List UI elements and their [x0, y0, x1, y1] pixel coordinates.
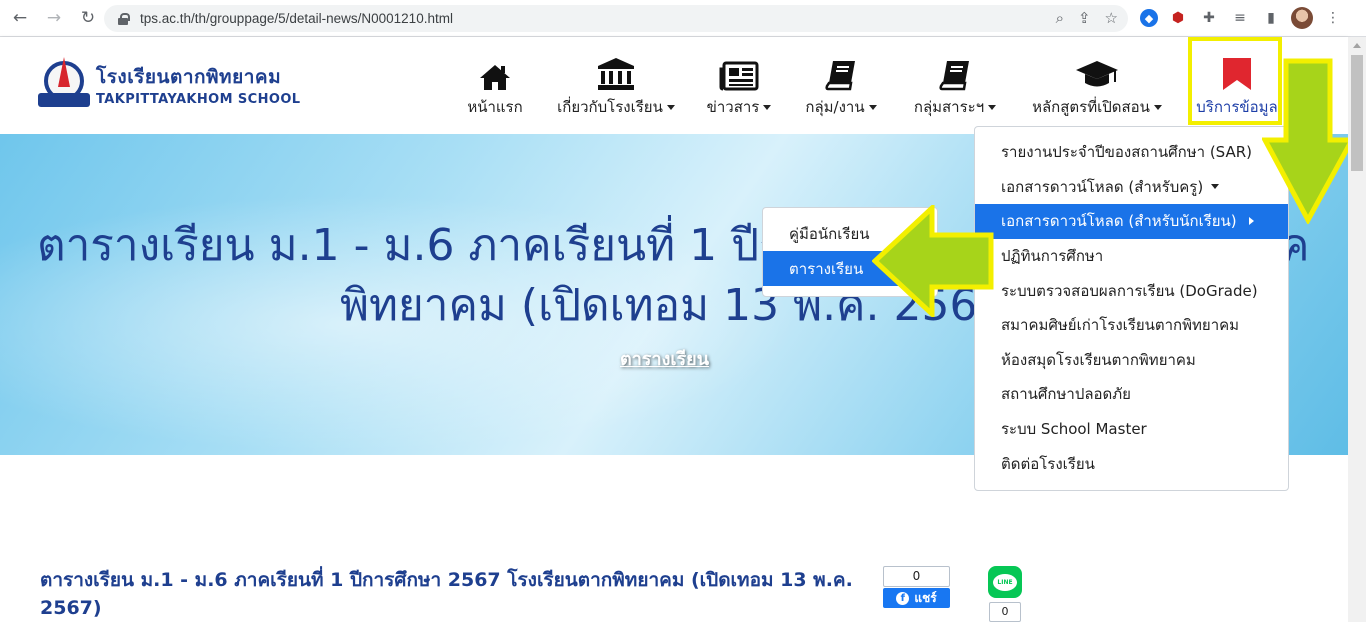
page-scrollbar[interactable] — [1348, 37, 1366, 622]
chevron-right-icon — [1248, 217, 1254, 226]
menu-item-safe-school[interactable]: สถานศึกษาปลอดภัย — [975, 377, 1288, 412]
school-emblem-icon — [38, 57, 90, 111]
extension-blue-icon[interactable]: ◆ — [1140, 9, 1158, 27]
forward-icon[interactable]: → — [40, 4, 68, 32]
chevron-down-icon — [1211, 184, 1220, 190]
school-logo[interactable]: โรงเรียนตากพิทยาคม TAKPITTAYAKHOM SCHOOL — [38, 57, 300, 111]
facebook-share-widget[interactable]: 0 f แชร์ — [883, 566, 950, 609]
scroll-thumb[interactable] — [1351, 55, 1363, 171]
address-bar[interactable]: tps.ac.th/th/grouppage/5/detail-news/N00… — [104, 5, 1128, 32]
profile-avatar[interactable] — [1291, 7, 1313, 29]
reload-icon[interactable]: ↻ — [74, 4, 102, 32]
down-arrow-annotation-icon — [1262, 58, 1356, 224]
graduation-cap-icon — [1075, 53, 1119, 91]
puzzle-icon[interactable]: ✚ — [1198, 7, 1220, 29]
kebab-menu-icon[interactable]: ⋮ — [1322, 7, 1344, 29]
home-icon — [479, 53, 511, 91]
institution-icon — [597, 53, 635, 91]
scroll-up-icon[interactable] — [1353, 43, 1361, 48]
menu-item-calendar[interactable]: ปฏิทินการศึกษา — [975, 239, 1288, 274]
back-icon[interactable]: ← — [6, 4, 34, 32]
school-name-en: TAKPITTAYAKHOM SCHOOL — [96, 91, 301, 107]
menu-item-dograde[interactable]: ระบบตรวจสอบผลการเรียน (DoGrade) — [975, 273, 1288, 308]
zoom-icon[interactable]: ⌕ — [1056, 9, 1064, 27]
chevron-down-icon — [763, 105, 772, 110]
facebook-share-count: 0 — [883, 566, 950, 587]
school-name-th: โรงเรียนตากพิทยาคม — [96, 65, 282, 88]
nav-departments[interactable]: กลุ่มสาระฯ — [910, 53, 1000, 119]
share-icon[interactable]: ⇪ — [1078, 9, 1091, 27]
services-dropdown: รายงานประจำปีของสถานศึกษา (SAR) เอกสารดา… — [974, 126, 1289, 491]
book-icon — [939, 53, 971, 91]
menu-item-library[interactable]: ห้องสมุดโรงเรียนตากพิทยาคม — [975, 343, 1288, 378]
lock-icon — [118, 12, 130, 25]
media-icon[interactable]: ≡ — [1229, 7, 1251, 29]
menu-item-sar[interactable]: รายงานประจำปีของสถานศึกษา (SAR) — [975, 135, 1288, 170]
nav-news[interactable]: ข่าวสาร — [706, 53, 772, 119]
menu-item-contact[interactable]: ติดต่อโรงเรียน — [975, 446, 1288, 481]
nav-about[interactable]: เกี่ยวกับโรงเรียน — [554, 53, 678, 119]
line-share-count: 0 — [989, 602, 1021, 622]
chevron-down-icon — [666, 105, 675, 110]
chevron-down-icon — [868, 105, 877, 110]
chevron-down-icon — [988, 105, 997, 110]
facebook-share-button[interactable]: f แชร์ — [883, 588, 950, 608]
sidepanel-icon[interactable]: ▮ — [1260, 7, 1282, 29]
menu-item-teacher-downloads[interactable]: เอกสารดาวน์โหลด (สำหรับครู) — [975, 170, 1288, 205]
star-icon[interactable]: ☆ — [1105, 9, 1118, 27]
book-icon — [825, 53, 857, 91]
nav-groups[interactable]: กลุ่ม/งาน — [800, 53, 882, 119]
line-icon[interactable]: LINE — [988, 566, 1022, 598]
extension-shield-icon[interactable]: ⬢ — [1167, 7, 1189, 29]
menu-item-student-downloads[interactable]: เอกสารดาวน์โหลด (สำหรับนักเรียน) — [975, 204, 1288, 239]
site-header: โรงเรียนตากพิทยาคม TAKPITTAYAKHOM SCHOOL… — [0, 37, 1348, 134]
article-title: ตารางเรียน ม.1 - ม.6 ภาคเรียนที่ 1 ปีการ… — [40, 569, 853, 619]
menu-item-alumni[interactable]: สมาคมศิษย์เก่าโรงเรียนตากพิทยาคม — [975, 308, 1288, 343]
line-share-widget[interactable]: LINE 0 — [988, 566, 1022, 622]
chevron-down-icon — [1153, 105, 1162, 110]
category-link[interactable]: ตารางเรียน — [620, 344, 709, 373]
left-arrow-annotation-icon — [872, 205, 994, 317]
newspaper-icon — [719, 53, 759, 91]
url-text[interactable]: tps.ac.th/th/grouppage/5/detail-news/N00… — [140, 11, 453, 26]
nav-home[interactable]: หน้าแรก — [465, 53, 525, 119]
browser-toolbar: ← → ↻ tps.ac.th/th/grouppage/5/detail-ne… — [0, 0, 1366, 37]
facebook-icon: f — [896, 591, 910, 605]
menu-item-school-master[interactable]: ระบบ School Master — [975, 412, 1288, 447]
nav-curriculum[interactable]: หลักสูตรที่เปิดสอน — [1027, 53, 1167, 119]
